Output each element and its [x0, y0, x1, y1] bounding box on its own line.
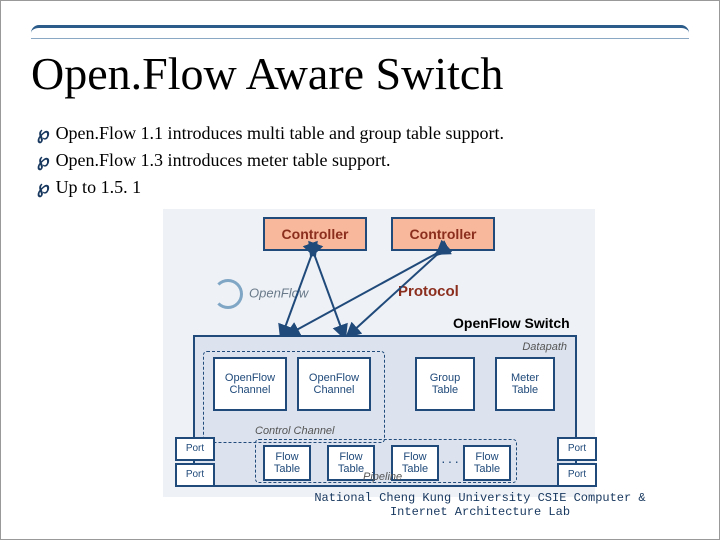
bullet-text: Up to 1.5. 1: [56, 177, 142, 197]
footer-line-1: National Cheng Kung University CSIE Comp…: [314, 491, 645, 505]
bullet-text: Open.Flow 1.3 introduces meter table sup…: [56, 150, 391, 170]
bullet-icon: ℘: [37, 177, 50, 197]
decorative-top-line: [31, 25, 689, 39]
openflow-channel-box: OpenFlow Channel: [297, 357, 371, 411]
port-box: Port: [175, 463, 215, 487]
switch-label: OpenFlow Switch: [453, 315, 570, 331]
footer-line-2: Internet Architecture Lab: [390, 505, 570, 519]
footer: National Cheng Kung University CSIE Comp…: [301, 491, 659, 519]
control-channel-label: Control Channel: [255, 425, 335, 437]
switch-container: Datapath OpenFlow Channel OpenFlow Chann…: [193, 335, 577, 487]
bullet-item: ℘ Up to 1.5. 1: [37, 174, 504, 200]
bullet-icon: ℘: [37, 150, 50, 170]
slide-title: Open.Flow Aware Switch: [31, 47, 503, 100]
openflow-diagram: Controller Controller OpenFlow Protocol …: [163, 209, 595, 497]
group-table-box: Group Table: [415, 357, 475, 411]
bullet-text: Open.Flow 1.1 introduces multi table and…: [56, 123, 504, 143]
slide: Open.Flow Aware Switch ℘ Open.Flow 1.1 in…: [0, 0, 720, 540]
flow-table-box: Flow Table: [463, 445, 511, 481]
bullet-list: ℘ Open.Flow 1.1 introduces multi table an…: [37, 119, 504, 201]
port-box: Port: [557, 463, 597, 487]
flow-table-box: Flow Table: [263, 445, 311, 481]
bullet-item: ℘ Open.Flow 1.3 introduces meter table su…: [37, 147, 504, 173]
meter-table-box: Meter Table: [495, 357, 555, 411]
openflow-channel-box: OpenFlow Channel: [213, 357, 287, 411]
pipeline-label: Pipeline: [363, 471, 402, 483]
bullet-item: ℘ Open.Flow 1.1 introduces multi table an…: [37, 120, 504, 146]
bullet-icon: ℘: [37, 123, 50, 143]
ellipsis-icon: ···: [441, 453, 461, 469]
datapath-label: Datapath: [522, 341, 567, 353]
port-box: Port: [557, 437, 597, 461]
port-box: Port: [175, 437, 215, 461]
